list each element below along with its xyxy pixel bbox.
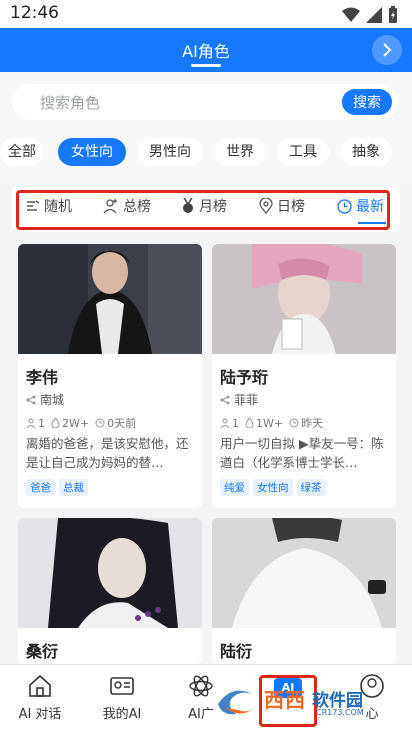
home-icon: [29, 674, 51, 697]
time-stat: 昨天: [289, 415, 323, 431]
character-tags: 爸爸 总裁: [26, 479, 88, 496]
signal-icon: [366, 7, 382, 23]
category-tab-tools[interactable]: 工具: [277, 138, 329, 166]
character-name: 陆衍: [220, 642, 253, 661]
page-title: AI角色: [182, 42, 230, 61]
watermark-url: CR173.COM: [316, 708, 364, 717]
user-icon: [220, 418, 230, 428]
category-tab-all[interactable]: 全部: [0, 138, 44, 166]
category-tabs: 全部 女性向 男性向 世界 工具 抽象: [0, 138, 412, 166]
character-image: [18, 244, 202, 354]
status-icons: [342, 6, 398, 24]
title-underline: [191, 64, 221, 67]
status-time: 12:46: [10, 3, 59, 23]
character-description: 离婚的爸爸，是该安慰他，还是让自己成为妈妈的替…: [26, 436, 189, 470]
character-author: 南城: [26, 391, 64, 408]
time-stat: 0天前: [95, 415, 136, 431]
chats-stat: 2W+: [51, 417, 89, 430]
character-name: 陆予珩: [220, 368, 269, 387]
nav-ai-chat[interactable]: AI 对话: [0, 673, 80, 722]
watermark-swirl-icon: [218, 690, 256, 715]
author-name: 南城: [40, 393, 65, 407]
character-stats: 1 2W+ 0天前: [26, 415, 136, 431]
search-box[interactable]: 搜索角色 搜索: [12, 84, 398, 120]
tag[interactable]: 爸爸: [26, 479, 55, 496]
category-tab-male[interactable]: 男性向: [137, 138, 203, 166]
sort-tabs-highlight-box: [16, 190, 390, 230]
chats-stat: 1W+: [245, 417, 283, 430]
character-card[interactable]: 桑衍: [18, 518, 202, 664]
tag[interactable]: 绿茶: [296, 479, 326, 496]
tag[interactable]: 纯爱: [220, 479, 249, 496]
atom-icon: [189, 675, 213, 697]
share-icon: [220, 395, 230, 404]
character-image: [212, 244, 396, 354]
app-header: AI角色: [0, 28, 412, 72]
watermark-logo: 西西 软件园 CR173.COM: [212, 682, 390, 726]
category-tab-abstract[interactable]: 抽象: [340, 138, 392, 166]
flame-icon: [51, 418, 60, 428]
character-stats: 1 1W+ 昨天: [220, 415, 323, 431]
flame-icon: [245, 418, 254, 428]
watermark-brand: 西西: [264, 688, 306, 712]
search-button[interactable]: 搜索: [342, 89, 392, 115]
author-name: 菲菲: [234, 393, 259, 407]
clock-icon: [95, 418, 105, 428]
character-card[interactable]: 陆衍: [212, 518, 396, 664]
nav-my-ai[interactable]: 我的AI: [82, 673, 162, 722]
clock-icon: [289, 418, 299, 428]
users-stat: 1: [220, 417, 239, 430]
wifi-icon: [342, 7, 360, 22]
character-author: 菲菲: [220, 391, 258, 408]
search-input[interactable]: 搜索角色: [40, 92, 100, 113]
character-image: [18, 518, 202, 628]
users-stat: 1: [26, 417, 45, 430]
character-tags: 纯爱 女性向 绿茶: [220, 479, 326, 496]
status-bar: 12:46: [0, 0, 412, 28]
category-tab-female[interactable]: 女性向: [58, 138, 126, 166]
tag[interactable]: 总裁: [59, 479, 88, 496]
tag[interactable]: 女性向: [253, 479, 293, 496]
character-description: 用户一切自拟 ▶挚友一号：陈遒白（化学系博士学长…: [220, 436, 384, 470]
header-next-button[interactable]: [372, 35, 402, 65]
chevron-right-icon: [383, 43, 392, 57]
category-tab-world[interactable]: 世界: [214, 138, 266, 166]
character-card[interactable]: 陆予珩 菲菲 1 1W+ 昨天 用户一切自拟 ▶挚友一号：陈遒白（化学系博士学长…: [212, 244, 396, 508]
battery-icon: [389, 6, 397, 23]
character-card[interactable]: 李伟 南城 1 2W+ 0天前 离婚的爸爸，是该安慰他，还是让自己成为妈妈的替……: [18, 244, 202, 508]
user-icon: [26, 418, 36, 428]
character-name: 李伟: [26, 368, 59, 387]
character-image: [212, 518, 396, 628]
character-name: 桑衍: [26, 642, 59, 661]
share-icon: [26, 395, 36, 404]
id-card-icon: [110, 677, 134, 695]
